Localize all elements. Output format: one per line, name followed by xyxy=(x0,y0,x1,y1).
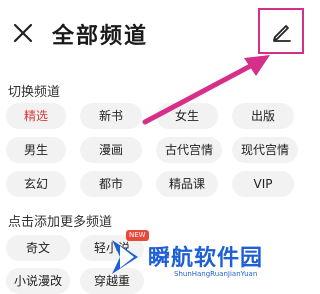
section-title-switch: 切换频道 xyxy=(8,85,61,100)
section-title-add: 点击添加更多频道 xyxy=(8,215,113,230)
channel-chip[interactable]: VIP xyxy=(232,171,294,197)
channel-chip[interactable]: 玄幻 xyxy=(6,171,66,197)
close-icon[interactable] xyxy=(12,22,34,44)
channel-chip[interactable]: 漫画 xyxy=(80,137,142,163)
channel-chip[interactable]: 现代宫情 xyxy=(232,137,298,163)
watermark-text: 瞬航软件园 xyxy=(148,246,264,271)
more-channel-chip[interactable]: 奇文 xyxy=(6,235,70,261)
header: 全部频道 xyxy=(0,0,320,70)
watermark-subtext: ShunHangRuanJianYuan xyxy=(174,270,258,278)
pencil-icon xyxy=(273,25,291,42)
watermark: 瞬航软件园 ShunHangRuanJianYuan xyxy=(104,232,320,290)
channel-chip[interactable]: 女生 xyxy=(156,103,218,129)
channel-chip[interactable]: 都市 xyxy=(80,171,142,197)
page-title: 全部频道 xyxy=(52,24,149,49)
edit-button[interactable] xyxy=(258,8,304,54)
channel-chip[interactable]: 古代宫情 xyxy=(156,137,222,163)
channel-chip[interactable]: 男生 xyxy=(6,137,66,163)
channel-chip[interactable]: 精品课 xyxy=(156,171,218,197)
channel-chip[interactable]: 出版 xyxy=(232,103,294,129)
channel-chip[interactable]: 新书 xyxy=(80,103,142,129)
channel-chip[interactable]: 精选 xyxy=(6,103,66,129)
watermark-logo-icon xyxy=(112,240,138,274)
more-channel-chip[interactable]: 小说漫改 xyxy=(6,268,70,294)
